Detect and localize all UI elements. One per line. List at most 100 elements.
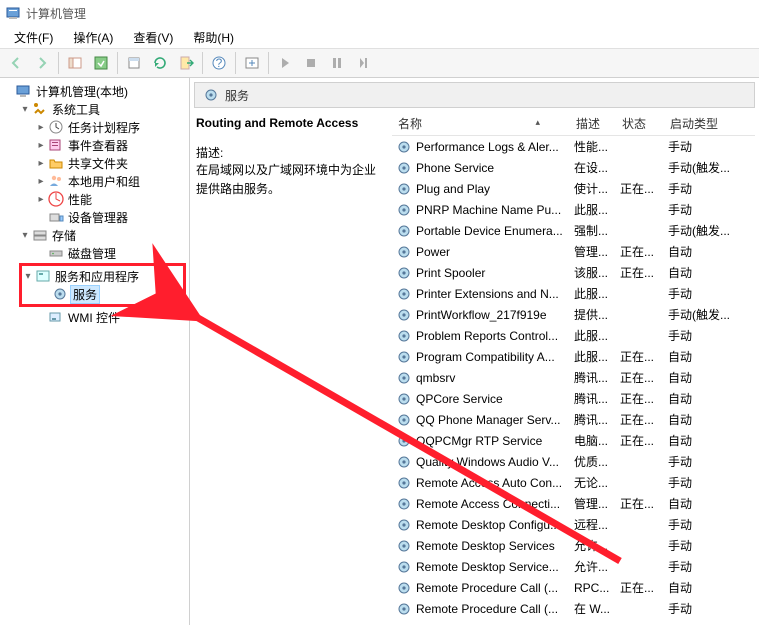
service-row[interactable]: Performance Logs & Aler...性能...手动 (392, 136, 755, 157)
description-label: 描述: (196, 144, 384, 161)
expander-icon[interactable] (34, 140, 48, 151)
service-row[interactable]: Remote Procedure Call (...RPC...正在...自动 (392, 577, 755, 598)
service-row[interactable]: Printer Extensions and N...此服...手动 (392, 283, 755, 304)
restart-button[interactable] (351, 51, 375, 75)
service-startup: 自动 (668, 579, 736, 596)
service-name: Remote Desktop Service... (416, 560, 574, 574)
service-state: 正在... (620, 579, 668, 596)
service-row[interactable]: QQ Phone Manager Serv...腾讯...正在...自动 (392, 409, 755, 430)
list-body[interactable]: Performance Logs & Aler...性能...手动Phone S… (392, 136, 755, 625)
service-startup: 自动 (668, 495, 736, 512)
service-desc: 腾讯... (574, 390, 620, 407)
expander-icon[interactable] (18, 104, 32, 115)
play-button[interactable] (273, 51, 297, 75)
service-startup: 手动 (668, 600, 736, 617)
service-startup: 手动 (668, 537, 736, 554)
service-gear-icon (396, 559, 412, 575)
service-row[interactable]: Problem Reports Control...此服...手动 (392, 325, 755, 346)
service-row[interactable]: Print Spooler该服...正在...自动 (392, 262, 755, 283)
service-startup: 手动 (668, 327, 736, 344)
service-name: Program Compatibility A... (416, 350, 574, 364)
tree-local-users[interactable]: 本地用户和组 (34, 172, 187, 190)
service-row[interactable]: Remote Access Auto Con...无论...手动 (392, 472, 755, 493)
refresh-button[interactable] (148, 51, 172, 75)
disk-icon (48, 245, 64, 261)
service-gear-icon (396, 307, 412, 323)
menu-file[interactable]: 文件(F) (4, 27, 63, 48)
service-desc: 性能... (574, 138, 620, 155)
properties-button[interactable] (122, 51, 146, 75)
sort-indicator-icon: ▴ (535, 117, 540, 128)
service-row[interactable]: Quality Windows Audio V...优质...手动 (392, 451, 755, 472)
service-startup: 手动 (668, 516, 736, 533)
expander-icon[interactable] (34, 176, 48, 187)
expander-icon[interactable] (34, 122, 48, 133)
tree-event-viewer[interactable]: 事件查看器 (34, 136, 187, 154)
service-startup: 手动 (668, 558, 736, 575)
expander-icon[interactable] (34, 194, 48, 205)
link-button[interactable] (240, 51, 264, 75)
service-state: 正在... (620, 495, 668, 512)
tree-device-manager[interactable]: 设备管理器 (34, 208, 187, 226)
service-desc: 允许... (574, 558, 620, 575)
wmi-icon (48, 309, 64, 325)
shared-folder-icon (48, 155, 64, 171)
column-description[interactable]: 描述 (570, 115, 616, 132)
tree-disk-management[interactable]: 磁盘管理 (34, 244, 187, 262)
tree-task-scheduler[interactable]: 任务计划程序 (34, 118, 187, 136)
column-startup-type[interactable]: 启动类型 (664, 115, 732, 132)
service-desc: 此服... (574, 285, 620, 302)
tree-services-and-apps[interactable]: 服务和应用程序 (21, 267, 183, 285)
expander-icon[interactable] (18, 230, 32, 241)
stop-button[interactable] (299, 51, 323, 75)
service-startup: 自动 (668, 411, 736, 428)
expander-icon[interactable] (21, 271, 35, 282)
service-gear-icon (396, 244, 412, 260)
tree-system-tools[interactable]: 系统工具 (18, 100, 187, 118)
tools-icon (32, 101, 48, 117)
service-name: QQPCMgr RTP Service (416, 434, 574, 448)
export-list-button[interactable] (89, 51, 113, 75)
service-row[interactable]: qmbsrv腾讯...正在...自动 (392, 367, 755, 388)
export-button[interactable] (174, 51, 198, 75)
menu-view[interactable]: 查看(V) (123, 27, 183, 48)
tree-services[interactable]: 服务 (38, 285, 183, 303)
service-gear-icon (396, 181, 412, 197)
menu-help[interactable]: 帮助(H) (183, 27, 244, 48)
tree-wmi-control[interactable]: WMI 控件 (34, 308, 187, 326)
tree-storage[interactable]: 存储 (18, 226, 187, 244)
help-button[interactable]: ? (207, 51, 231, 75)
service-row[interactable]: Remote Desktop Configu...远程...手动 (392, 514, 755, 535)
service-row[interactable]: Remote Access Connecti...管理...正在...自动 (392, 493, 755, 514)
expander-icon[interactable] (34, 158, 48, 169)
tree-shared-folders[interactable]: 共享文件夹 (34, 154, 187, 172)
service-desc: 此服... (574, 327, 620, 344)
service-row[interactable]: Remote Procedure Call (...在 W...手动 (392, 598, 755, 619)
service-row[interactable]: PNRP Machine Name Pu...此服...手动 (392, 199, 755, 220)
column-state[interactable]: 状态 (616, 115, 664, 132)
tree-performance[interactable]: 性能 (34, 190, 187, 208)
service-row[interactable]: QQPCMgr RTP Service电脑...正在...自动 (392, 430, 755, 451)
service-row[interactable]: Plug and Play使计...正在...手动 (392, 178, 755, 199)
clock-icon (48, 119, 64, 135)
service-state: 正在... (620, 348, 668, 365)
service-row[interactable]: Remote Desktop Service...允许... 手动 (392, 556, 755, 577)
nav-forward-button[interactable] (30, 51, 54, 75)
show-hide-tree-button[interactable] (63, 51, 87, 75)
navigation-tree[interactable]: 计算机管理(本地) 系统工具 任务计划程序 事件查看器 (0, 78, 190, 625)
service-name: Printer Extensions and N... (416, 287, 574, 301)
column-name[interactable]: 名称▴ (392, 115, 570, 132)
menu-action[interactable]: 操作(A) (63, 27, 123, 48)
service-row[interactable]: Remote Desktop Services允许...手动 (392, 535, 755, 556)
service-row[interactable]: Portable Device Enumera...强制...手动(触发... (392, 220, 755, 241)
service-startup: 手动(触发... (668, 306, 736, 323)
nav-back-button[interactable] (4, 51, 28, 75)
service-row[interactable]: Power管理...正在...自动 (392, 241, 755, 262)
service-row[interactable]: Phone Service在设...手动(触发... (392, 157, 755, 178)
pause-button[interactable] (325, 51, 349, 75)
service-row[interactable]: Program Compatibility A...此服...正在...自动 (392, 346, 755, 367)
tree-root[interactable]: 计算机管理(本地) (2, 82, 187, 100)
service-row[interactable]: PrintWorkflow_217f919e提供...手动(触发... (392, 304, 755, 325)
service-gear-icon (396, 139, 412, 155)
service-row[interactable]: QPCore Service腾讯...正在...自动 (392, 388, 755, 409)
